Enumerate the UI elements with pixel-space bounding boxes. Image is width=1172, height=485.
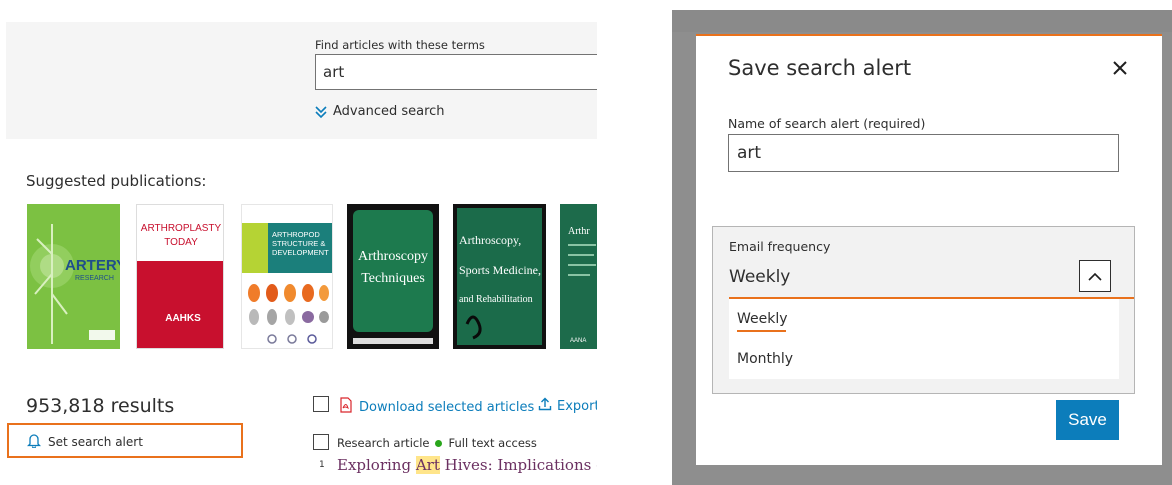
search-panel: Find articles with these terms art Advan… (6, 22, 597, 139)
select-all-checkbox[interactable] (313, 396, 329, 412)
cover-title-line3: and Rehabilitation (459, 294, 533, 305)
download-selected-label: Download selected articles (359, 399, 535, 415)
access-status-dot (435, 439, 443, 447)
cover-title-line1: Arthr (568, 226, 590, 237)
frequency-options-list: Weekly Monthly (729, 299, 1119, 379)
publication-cover-artery-research[interactable]: ARTERY RESEARCH (27, 204, 120, 349)
result-title-highlight: Art (415, 456, 440, 474)
save-button[interactable]: Save (1056, 400, 1119, 440)
result-title-post: Hives: Implications of virtual (444, 456, 597, 474)
cover-org: AANA (570, 338, 586, 344)
export-upload-icon (538, 397, 552, 415)
find-articles-label: Find articles with these terms (315, 38, 485, 52)
advanced-search-label: Advanced search (333, 104, 445, 119)
set-search-alert-highlight: Set search alert (7, 423, 243, 458)
cover-title-line1: ARTERY (65, 257, 120, 274)
publication-cover-arthroscopy-sports-medicine[interactable]: Arthroscopy, Sports Medicine, and Rehabi… (453, 204, 546, 349)
publication-cover-arthroscopy[interactable]: Arthr AANA (560, 204, 597, 349)
email-frequency-label: Email frequency (729, 239, 831, 254)
result-title-link[interactable]: Exploring Art Hives: Implications of vir… (337, 456, 597, 474)
frequency-toggle-button[interactable] (1079, 260, 1111, 292)
cover-title-line2: Sports Medicine, (459, 263, 541, 277)
save-search-alert-dialog: Save search alert Name of search alert (… (696, 34, 1162, 465)
alert-name-input[interactable]: art (728, 134, 1119, 172)
cover-title-line2: RESEARCH (75, 275, 114, 282)
suggested-publications-title: Suggested publications: (26, 172, 207, 190)
export-link[interactable]: Export (538, 397, 597, 415)
cover-title-line1: Arthroscopy, (459, 233, 521, 247)
cover-title-line1: ARTHROPOD (272, 230, 320, 239)
results-count: 953,818 results (26, 395, 175, 417)
publication-cover-arthroplasty-today[interactable]: ARTHROPLASTY TODAY AAHKS (136, 204, 224, 349)
access-type-label: Full text access (448, 436, 537, 450)
result-title-pre: Exploring (337, 456, 416, 474)
bell-icon (26, 433, 42, 451)
overlay-top-bar (672, 10, 1172, 32)
advanced-search-link[interactable]: Advanced search (315, 104, 445, 119)
result-checkbox[interactable] (313, 434, 329, 450)
set-search-alert-label: Set search alert (48, 435, 143, 449)
close-button[interactable] (1109, 58, 1131, 80)
publication-cover-arthropod-structure[interactable]: ARTHROPOD STRUCTURE & DEVELOPMENT (241, 204, 333, 349)
cover-org: AAHKS (165, 313, 201, 324)
article-type-label: Research article (337, 436, 430, 450)
cover-title-line1: Arthroscopy (358, 249, 428, 264)
double-chevron-down-icon (315, 105, 327, 119)
chevron-up-icon (1088, 267, 1102, 286)
alert-name-label: Name of search alert (required) (728, 116, 926, 131)
export-label: Export (557, 398, 597, 414)
close-icon (1113, 60, 1127, 79)
download-selected-articles-link[interactable]: Download selected articles (339, 397, 534, 417)
option-monthly[interactable]: Monthly (737, 351, 793, 367)
result-meta: Research article Full text access (337, 436, 537, 450)
email-frequency-value: Weekly (729, 267, 791, 287)
option-weekly-label: Weekly (737, 311, 788, 327)
publication-cover-arthroscopy-techniques[interactable]: Arthroscopy Techniques (347, 204, 439, 349)
cover-title-line3: DEVELOPMENT (272, 248, 329, 257)
pdf-icon (339, 397, 353, 417)
search-results-page: Find articles with these terms art Advan… (0, 0, 597, 485)
cover-title-line2: STRUCTURE & (272, 239, 325, 248)
selected-option-underline (737, 330, 786, 332)
search-terms-input[interactable]: art (315, 54, 597, 90)
result-number: 1 (319, 460, 325, 470)
cover-title-line2: TODAY (164, 237, 198, 248)
dialog-title: Save search alert (728, 56, 912, 80)
set-search-alert-link[interactable]: Set search alert (26, 433, 143, 451)
cover-title-line1: ARTHROPLASTY (141, 223, 222, 234)
cover-title-line2: Techniques (361, 271, 425, 286)
option-weekly[interactable]: Weekly (737, 311, 788, 332)
email-frequency-select[interactable]: Email frequency Weekly Weekly Monthly (712, 226, 1135, 394)
